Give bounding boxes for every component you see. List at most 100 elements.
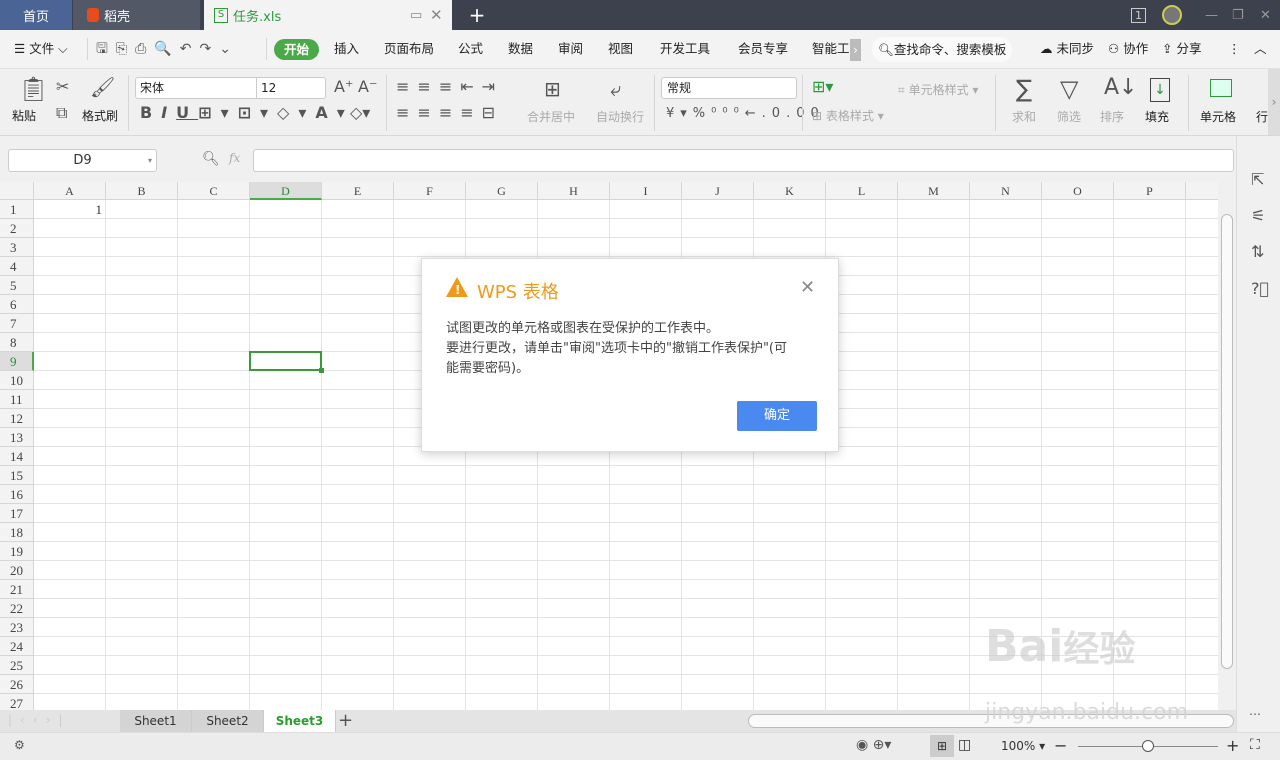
tab-member[interactable]: 会员专享 — [738, 30, 788, 68]
row-header-4[interactable]: 4 — [0, 257, 34, 276]
zoom-slider-thumb[interactable] — [1142, 740, 1154, 752]
row-header-3[interactable]: 3 — [0, 238, 34, 257]
row-header-12[interactable]: 12 — [0, 409, 34, 428]
pin-icon[interactable]: ▭ — [410, 8, 422, 23]
restore-button[interactable]: ❐ — [1232, 0, 1244, 30]
row-header-17[interactable]: 17 — [0, 504, 34, 523]
sync-button[interactable]: ☁ 未同步 — [1040, 30, 1094, 68]
filter-button[interactable]: 筛选 — [1057, 108, 1081, 125]
column-header-P[interactable]: P — [1114, 182, 1186, 200]
row-header-13[interactable]: 13 — [0, 428, 34, 447]
row-button[interactable]: 行 — [1256, 108, 1268, 125]
copy-icon[interactable]: ⧉ — [56, 105, 67, 121]
merge-center-button[interactable]: 合并居中 — [527, 108, 575, 125]
sheet-tab-Sheet2[interactable]: Sheet2 — [192, 710, 264, 732]
tab-smart-tools[interactable]: 智能工 — [812, 30, 850, 68]
tab-scroll-right[interactable]: › — [850, 39, 861, 61]
font-shrink-icon[interactable]: A⁻ — [358, 79, 377, 95]
zoom-formula-icon[interactable]: 🔍︎ — [202, 151, 220, 167]
page-view-button[interactable]: ◫ — [958, 737, 971, 753]
quick-access-icons[interactable]: 🖫⎘⎙🔍↶↷⌄ — [96, 30, 239, 68]
format-painter-icon[interactable]: 🖌︎ — [90, 77, 115, 97]
collapse-ribbon-icon[interactable]: ︿ — [1254, 30, 1267, 68]
cut-icon[interactable]: ✂ — [56, 79, 69, 95]
paste-icon[interactable]: 📋︎ — [18, 77, 48, 101]
macro-icon[interactable]: ⚙ — [14, 738, 25, 752]
sum-button[interactable]: 求和 — [1012, 108, 1036, 125]
sort-icon[interactable]: A↓ — [1104, 77, 1137, 99]
properties-icon[interactable]: ⚟ — [1251, 208, 1265, 224]
column-header-M[interactable]: M — [898, 182, 970, 200]
row-header-11[interactable]: 11 — [0, 390, 34, 409]
column-header-A[interactable]: A — [34, 182, 106, 200]
row-header-10[interactable]: 10 — [0, 371, 34, 390]
collab-button[interactable]: ⚇ 协作 — [1108, 30, 1148, 68]
help-icon[interactable]: ?⃝ — [1251, 281, 1269, 297]
tab-docer[interactable]: 稻壳 — [73, 0, 200, 30]
row-header-20[interactable]: 20 — [0, 561, 34, 580]
dialog-close-icon[interactable]: ✕ — [800, 277, 815, 298]
filter-icon[interactable]: ▽ — [1060, 77, 1078, 101]
vertical-scrollbar[interactable] — [1218, 182, 1236, 712]
sheet-tab-Sheet1[interactable]: Sheet1 — [120, 710, 192, 732]
wrap-icon[interactable]: ⤶ — [610, 79, 621, 99]
row-header-15[interactable]: 15 — [0, 466, 34, 485]
align-top-icons[interactable]: ≡≡≡⇤⇥ — [396, 79, 503, 95]
tab-review[interactable]: 审阅 — [558, 30, 583, 68]
search-commands[interactable]: 🔍︎查找命令、搜索模板 — [872, 37, 1012, 62]
tab-view[interactable]: 视图 — [608, 30, 633, 68]
selected-cell-D9[interactable] — [249, 351, 322, 371]
align-horizontal-icons[interactable]: ≡≡≡≡⊟ — [396, 105, 503, 121]
name-box[interactable]: D9▾ — [8, 149, 157, 172]
number-format-icons[interactable]: ¥▾%⁰⁰⁰←.0.00 — [666, 107, 825, 120]
row-header-9[interactable]: 9 — [0, 352, 34, 371]
cell-icon[interactable] — [1210, 79, 1232, 97]
paste-button[interactable]: 粘贴 — [12, 107, 36, 124]
cell-A1[interactable]: 1 — [34, 200, 102, 219]
column-header-N[interactable]: N — [970, 182, 1042, 200]
font-select[interactable]: 宋体 — [135, 77, 257, 99]
avatar[interactable] — [1162, 0, 1182, 30]
fill-button[interactable]: 填充 — [1145, 108, 1169, 125]
row-header-22[interactable]: 22 — [0, 599, 34, 618]
select-tool-icon[interactable]: ⇱ — [1251, 172, 1264, 188]
tab-formula[interactable]: 公式 — [458, 30, 483, 68]
select-all-corner[interactable] — [0, 182, 34, 200]
column-header-D[interactable]: D — [250, 182, 322, 200]
fill-handle[interactable] — [319, 368, 324, 373]
row-header-16[interactable]: 16 — [0, 485, 34, 504]
row-header-6[interactable]: 6 — [0, 295, 34, 314]
tab-start[interactable]: 开始 — [274, 39, 319, 60]
close-tab-icon[interactable]: ✕ — [430, 6, 443, 24]
row-header-24[interactable]: 24 — [0, 637, 34, 656]
column-header-E[interactable]: E — [322, 182, 394, 200]
clear-icon[interactable]: ◇▾ — [350, 105, 370, 121]
share-button[interactable]: ⇪ 分享 — [1162, 30, 1201, 68]
window-count-icon[interactable]: 1 — [1131, 0, 1146, 30]
tab-developer[interactable]: 开发工具 — [660, 30, 710, 68]
column-header-G[interactable]: G — [466, 182, 538, 200]
fill-icon[interactable]: ↓ — [1150, 78, 1170, 102]
minimize-button[interactable]: — — [1205, 0, 1218, 30]
fullscreen-icon[interactable]: ⛶ — [1250, 737, 1260, 753]
tab-home[interactable]: 首页 — [0, 0, 72, 30]
wrap-text-button[interactable]: 自动换行 — [596, 108, 644, 125]
row-header-25[interactable]: 25 — [0, 656, 34, 675]
font-size-select[interactable]: 12 — [256, 77, 326, 99]
zoom-out-button[interactable]: − — [1054, 736, 1067, 755]
conditional-format-icon[interactable]: ⊞▾ — [812, 79, 833, 95]
more-options-icon[interactable]: ⋯ — [1249, 708, 1261, 720]
row-header-14[interactable]: 14 — [0, 447, 34, 466]
close-window-button[interactable]: ✕ — [1260, 0, 1271, 30]
zoom-in-button[interactable]: + — [1226, 736, 1239, 755]
sheet-nav-icons[interactable]: |‹‹›| — [8, 713, 70, 727]
sort-button[interactable]: 排序 — [1100, 108, 1124, 125]
font-grow-icon[interactable]: A⁺ — [334, 79, 353, 95]
file-menu[interactable]: ☰ 文件 ⌵ — [14, 30, 68, 68]
new-tab-button[interactable]: + — [462, 0, 492, 30]
column-header-F[interactable]: F — [394, 182, 466, 200]
row-header-1[interactable]: 1 — [0, 200, 34, 219]
column-header-H[interactable]: H — [538, 182, 610, 200]
more-icon[interactable]: ⋮ — [1228, 30, 1241, 68]
column-header-B[interactable]: B — [106, 182, 178, 200]
